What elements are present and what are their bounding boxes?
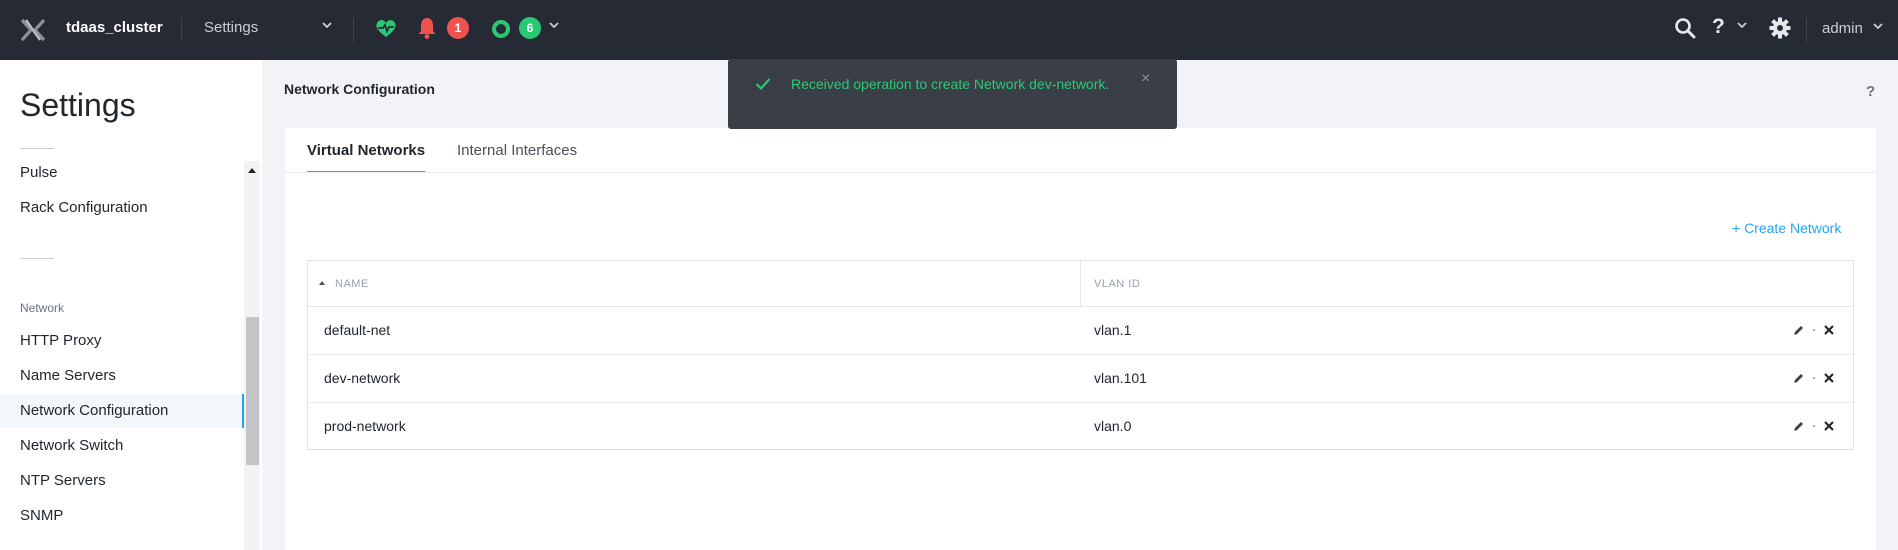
cluster-name[interactable]: tdaas_cluster	[66, 19, 163, 36]
toast-message: Received operation to create Network dev…	[791, 76, 1110, 92]
chevron-down-icon[interactable]	[1737, 20, 1747, 30]
sidebar-item-rack-configuration[interactable]: Rack Configuration	[0, 191, 244, 225]
tab-virtual-networks[interactable]: Virtual Networks	[307, 142, 426, 173]
delete-x-icon[interactable]	[1823, 420, 1835, 432]
alerts-bell-icon[interactable]	[416, 16, 438, 40]
divider	[353, 18, 354, 42]
health-heart-icon[interactable]	[374, 16, 398, 40]
network-name-cell: default-net	[324, 322, 391, 338]
content-panel: Virtual Networks Internal Interfaces + C…	[285, 128, 1876, 550]
sidebar-item-http-proxy[interactable]: HTTP Proxy	[0, 324, 244, 358]
sort-ascending-icon[interactable]	[319, 281, 325, 285]
success-toast: Received operation to create Network dev…	[728, 59, 1177, 129]
page-title: Network Configuration	[284, 81, 435, 97]
row-actions	[1793, 419, 1841, 435]
page-selector[interactable]: Settings	[204, 19, 258, 36]
scroll-up-arrow-icon[interactable]	[248, 168, 256, 173]
alerts-count-badge[interactable]: 1	[447, 17, 469, 39]
search-icon[interactable]	[1674, 17, 1696, 39]
table-header: NAME VLAN ID	[308, 261, 1853, 307]
sidebar-item-snmp[interactable]: SNMP	[0, 499, 244, 533]
network-name-cell: dev-network	[324, 370, 401, 386]
edit-pencil-icon[interactable]	[1793, 373, 1804, 384]
gear-icon[interactable]	[1768, 16, 1792, 40]
network-name-cell: prod-network	[324, 418, 406, 434]
sidebar-item-name-servers[interactable]: Name Servers	[0, 359, 244, 393]
section-divider	[20, 258, 54, 259]
divider	[1806, 18, 1807, 42]
column-divider	[1080, 261, 1081, 307]
delete-x-icon[interactable]	[1823, 372, 1835, 384]
sidebar-group-network: Network	[20, 301, 65, 315]
divider	[181, 18, 182, 42]
networks-table: NAME VLAN ID default-net vlan.1 dev-netw…	[307, 260, 1854, 450]
top-navigation-bar: tdaas_cluster Settings 1 6 ? admin	[0, 0, 1898, 60]
vlan-id-cell: vlan.0	[1094, 418, 1132, 434]
create-network-link[interactable]: + Create Network	[1732, 220, 1841, 236]
checkmark-icon	[755, 78, 771, 91]
tabs-divider	[285, 172, 1876, 173]
chevron-down-icon[interactable]	[322, 20, 332, 30]
sidebar-title: Settings	[20, 87, 136, 123]
separator-dot	[1813, 329, 1815, 331]
separator-dot	[1813, 377, 1815, 379]
vlan-id-cell: vlan.1	[1094, 322, 1132, 338]
tab-internal-interfaces[interactable]: Internal Interfaces	[457, 142, 577, 159]
sidebar-scrollbar-thumb[interactable]	[246, 317, 259, 465]
sidebar-item-network-configuration[interactable]: Network Configuration	[0, 394, 244, 428]
table-row[interactable]: default-net vlan.1	[308, 307, 1853, 355]
user-menu[interactable]: admin	[1822, 20, 1863, 37]
help-icon[interactable]: ?	[1712, 15, 1725, 39]
sidebar-item-ntp-servers[interactable]: NTP Servers	[0, 464, 244, 498]
table-row[interactable]: dev-network vlan.101	[308, 355, 1853, 403]
row-actions	[1793, 371, 1841, 387]
chevron-down-icon[interactable]	[549, 20, 559, 30]
page-help-icon[interactable]: ?	[1866, 83, 1875, 100]
section-divider	[20, 148, 54, 149]
sidebar-item-pulse[interactable]: Pulse	[0, 156, 244, 190]
edit-pencil-icon[interactable]	[1793, 325, 1804, 336]
sidebar-item-network-switch[interactable]: Network Switch	[0, 429, 244, 463]
vlan-id-cell: vlan.101	[1094, 370, 1147, 386]
column-header-vlan-id[interactable]: VLAN ID	[1094, 278, 1140, 290]
delete-x-icon[interactable]	[1823, 324, 1835, 336]
close-icon[interactable]: ×	[1141, 70, 1150, 88]
row-actions	[1793, 323, 1841, 339]
tasks-count-badge[interactable]: 6	[519, 17, 541, 39]
separator-dot	[1813, 425, 1815, 427]
edit-pencil-icon[interactable]	[1793, 421, 1804, 432]
table-row[interactable]: prod-network vlan.0	[308, 403, 1853, 451]
settings-sidebar: Settings Pulse Rack Configuration Networ…	[0, 60, 262, 550]
tasks-ring-icon[interactable]	[492, 20, 510, 38]
nutanix-logo-icon[interactable]	[20, 17, 46, 43]
chevron-down-icon[interactable]	[1873, 21, 1883, 31]
column-header-name[interactable]: NAME	[335, 278, 369, 290]
